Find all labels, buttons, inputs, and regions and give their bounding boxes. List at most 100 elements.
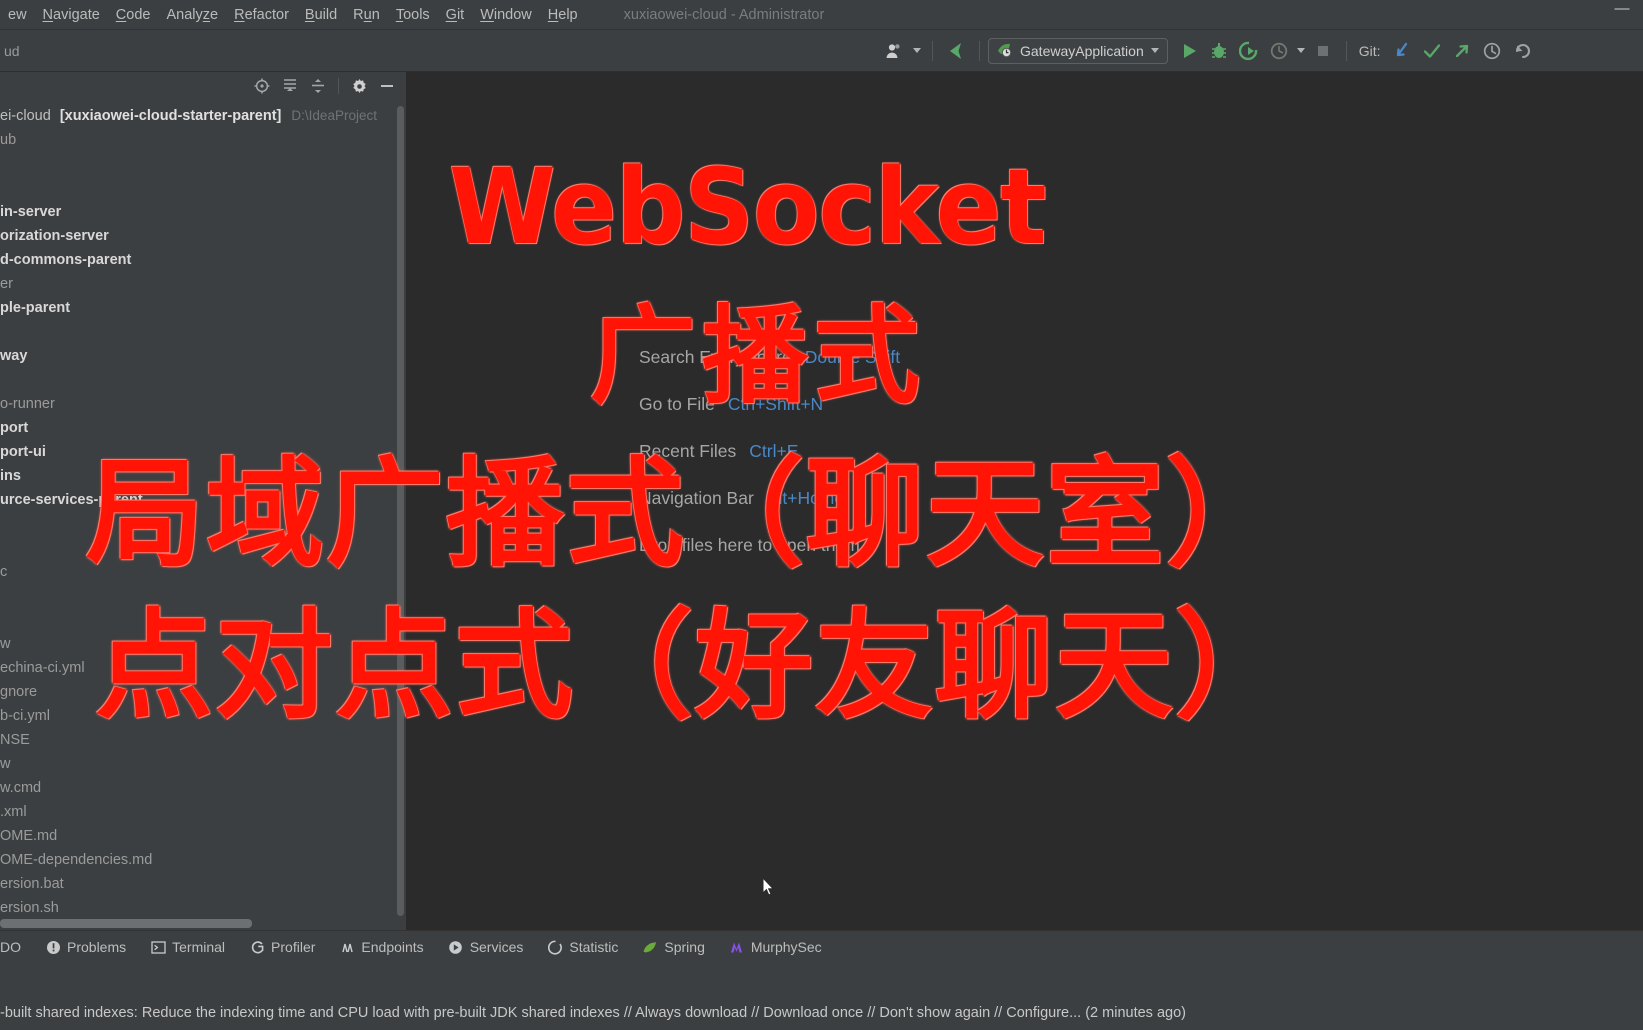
hint-shortcut: Double Shift xyxy=(804,347,901,367)
tree-row[interactable]: w xyxy=(0,632,406,656)
tree-row[interactable] xyxy=(0,608,406,632)
tool-window-endpoints[interactable]: Endpoints xyxy=(327,931,435,964)
services-icon xyxy=(448,939,464,955)
tree-row[interactable] xyxy=(0,536,406,560)
hint-label: Search Everywhere xyxy=(639,347,792,367)
hint-shortcut: Ctrl+Shift+N xyxy=(727,394,824,414)
tool-window-statistic[interactable]: Statistic xyxy=(535,931,630,964)
status-bar-message[interactable]: -built shared indexes: Reduce the indexi… xyxy=(0,996,1643,1030)
back-arrow-icon[interactable] xyxy=(941,36,971,66)
gateway-app-icon xyxy=(998,43,1012,58)
run-with-coverage-icon[interactable] xyxy=(1234,36,1264,66)
menu-item-run[interactable]: Run xyxy=(345,0,388,30)
editor-shortcut-hints: Search Everywhere Double Shift Go to Fil… xyxy=(639,347,1199,582)
chevron-down-icon[interactable] xyxy=(1150,48,1159,53)
tool-window-label: Endpoints xyxy=(361,939,424,955)
tree-row[interactable]: w xyxy=(0,752,406,776)
expand-all-icon[interactable] xyxy=(277,75,303,97)
tree-row[interactable]: in-server xyxy=(0,200,406,224)
tree-row[interactable] xyxy=(0,152,406,176)
tree-row[interactable]: .xml xyxy=(0,800,406,824)
collapse-all-icon[interactable] xyxy=(305,75,331,97)
debug-icon[interactable] xyxy=(1204,36,1234,66)
tree-row[interactable]: o-runner xyxy=(0,392,406,416)
tree-row[interactable]: w.cmd xyxy=(0,776,406,800)
project-tree-vertical-scrollbar[interactable] xyxy=(397,106,404,916)
menu-item-code[interactable]: Code xyxy=(108,0,159,30)
tree-row[interactable]: orization-server xyxy=(0,224,406,248)
commit-icon[interactable] xyxy=(1417,36,1447,66)
sidebar-divider xyxy=(338,78,339,94)
stop-icon[interactable] xyxy=(1308,36,1338,66)
tree-row[interactable]: c xyxy=(0,560,406,584)
tree-row-root[interactable]: ei-cloud [xuxiaowei-cloud-starter-parent… xyxy=(0,104,406,128)
tree-row[interactable]: way xyxy=(0,344,406,368)
hint-drop-files: Drop files here to open them xyxy=(639,535,1199,582)
tree-row[interactable]: OME.md xyxy=(0,824,406,848)
tool-window-problems[interactable]: Problems xyxy=(33,931,138,964)
tree-row[interactable]: gnore xyxy=(0,680,406,704)
hint-label: Drop files here to open them xyxy=(639,535,860,555)
profile-icon[interactable] xyxy=(1264,36,1294,66)
menu-item-navigate[interactable]: Navigate xyxy=(35,0,108,30)
tree-row[interactable]: ersion.bat xyxy=(0,872,406,896)
select-opened-file-icon[interactable] xyxy=(249,75,275,97)
tool-window-murphysec[interactable]: MurphySec xyxy=(717,931,834,964)
chevron-down-icon-2[interactable] xyxy=(1294,36,1308,66)
tool-window-label: Services xyxy=(469,939,524,955)
menu-item-view[interactable]: ew xyxy=(0,0,35,30)
tree-row[interactable] xyxy=(0,584,406,608)
run-configuration-selector[interactable]: GatewayApplication xyxy=(988,37,1168,64)
hint-shortcut: Ctrl+E xyxy=(749,441,799,461)
hide-icon[interactable] xyxy=(374,75,400,97)
tool-window-spring[interactable]: Spring xyxy=(630,931,716,964)
push-icon[interactable] xyxy=(1447,36,1477,66)
menu-item-build[interactable]: Build xyxy=(297,0,345,30)
settings-gear-icon[interactable] xyxy=(346,75,372,97)
history-icon[interactable] xyxy=(1477,36,1507,66)
tree-row[interactable]: NSE xyxy=(0,728,406,752)
run-icon[interactable] xyxy=(1174,36,1204,66)
menu-item-window[interactable]: Window xyxy=(472,0,540,30)
user-settings-icon[interactable] xyxy=(880,36,910,66)
tree-row[interactable] xyxy=(0,512,406,536)
tree-row[interactable]: ins xyxy=(0,464,406,488)
tree-row[interactable]: b-ci.yml xyxy=(0,704,406,728)
status-bar: -built shared indexes: Reduce the indexi… xyxy=(0,963,1643,1030)
tree-row[interactable] xyxy=(0,368,406,392)
tree-row[interactable]: ple-parent xyxy=(0,296,406,320)
menu-item-git[interactable]: Git xyxy=(438,0,473,30)
menu-item-refactor[interactable]: Refactor xyxy=(226,0,297,30)
project-tree[interactable]: ei-cloud [xuxiaowei-cloud-starter-parent… xyxy=(0,100,406,920)
menu-item-tools[interactable]: Tools xyxy=(388,0,438,30)
tree-row[interactable]: port xyxy=(0,416,406,440)
minimize-button[interactable]: — xyxy=(1609,1,1635,22)
tool-window-profiler[interactable]: Profiler xyxy=(237,931,327,964)
tool-window-services[interactable]: Services xyxy=(436,931,536,964)
tree-row[interactable] xyxy=(0,176,406,200)
project-tree-horizontal-scrollbar[interactable] xyxy=(0,919,252,928)
tree-row[interactable] xyxy=(0,320,406,344)
terminal-icon xyxy=(150,939,166,955)
tool-window-todo[interactable]: DO xyxy=(0,931,33,964)
window-title: xuxiaowei-cloud - Administrator xyxy=(623,6,825,23)
hint-go-to-file: Go to File Ctrl+Shift+N xyxy=(639,394,1199,441)
murphysec-icon xyxy=(729,939,745,955)
tool-window-terminal[interactable]: Terminal xyxy=(138,931,237,964)
tree-row[interactable]: port-ui xyxy=(0,440,406,464)
tree-row[interactable]: urce-services-parent xyxy=(0,488,406,512)
tree-row[interactable]: ub xyxy=(0,128,406,152)
navigation-bar-text: ud xyxy=(4,42,20,59)
chevron-down-icon[interactable] xyxy=(910,36,924,66)
tree-row[interactable]: ersion.sh xyxy=(0,896,406,920)
editor-empty-area[interactable]: Search Everywhere Double Shift Go to Fil… xyxy=(407,72,1643,930)
tool-window-label: Problems xyxy=(67,939,127,955)
menu-item-analyze[interactable]: Analyze xyxy=(158,0,226,30)
tree-row[interactable]: er xyxy=(0,272,406,296)
tree-row[interactable]: echina-ci.yml xyxy=(0,656,406,680)
menu-item-help[interactable]: Help xyxy=(540,0,586,30)
tree-row[interactable]: d-commons-parent xyxy=(0,248,406,272)
update-project-icon[interactable] xyxy=(1387,36,1417,66)
tree-row[interactable]: OME-dependencies.md xyxy=(0,848,406,872)
rollback-icon[interactable] xyxy=(1507,36,1537,66)
